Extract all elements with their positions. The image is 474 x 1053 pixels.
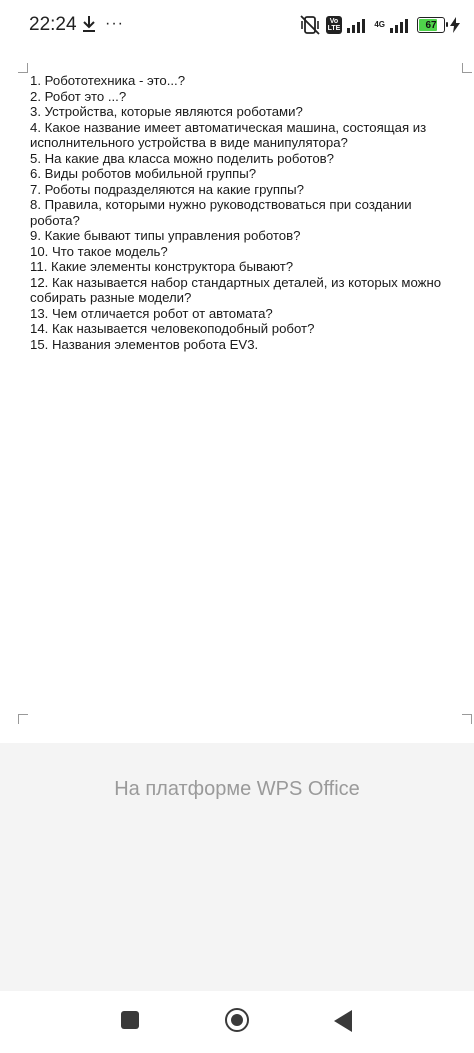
- recents-button[interactable]: [121, 1011, 139, 1029]
- volte-icon: Vo LTE: [325, 16, 343, 34]
- document-line: 10. Что такое модель?: [30, 243, 168, 259]
- document-line: робота?: [30, 212, 80, 228]
- document-line: 5. На какие два класса можно поделить ро…: [30, 150, 334, 166]
- home-button[interactable]: [225, 1008, 249, 1032]
- document-line: 14. Как называется человекоподобный робо…: [30, 321, 315, 336]
- document-line: собирать разные модели?: [30, 290, 192, 305]
- document-line: 9. Какие бывают типы управления роботов?: [30, 228, 301, 243]
- document-line: 7. Роботы подразделяются на какие группы…: [30, 181, 304, 197]
- page-corner-mark: [18, 63, 28, 73]
- status-indicators: Vo LTE 4G 67: [299, 12, 460, 38]
- mute-vibrate-icon: [299, 15, 320, 35]
- signal-icon: [347, 19, 366, 33]
- status-bar: 22:24 ··· Vo LTE 4G 67: [0, 0, 474, 50]
- wps-footer: На платформе WPS Office: [0, 743, 474, 991]
- document-line: 3. Устройства, которые являются роботами…: [30, 104, 303, 119]
- document-line: исполнительного устройства в виде манипу…: [30, 135, 348, 150]
- document-line: 11. Какие элементы конструктора бывают?: [30, 259, 294, 274]
- page-corner-mark: [18, 714, 28, 724]
- charging-icon: [450, 17, 460, 33]
- network-type: 4G: [374, 20, 385, 29]
- battery-level: 67: [425, 19, 437, 31]
- document-line: 4. Какое название имеет автоматическая м…: [30, 119, 427, 135]
- download-icon: [83, 16, 95, 32]
- document-body[interactable]: 1. Робототехника - это...? 2. Робот это …: [30, 73, 450, 352]
- document-line: 6. Виды роботов мобильной группы?: [30, 166, 257, 181]
- signal-icon-2: [390, 19, 408, 33]
- document-line: 2. Робот это ...?: [30, 88, 127, 104]
- page-corner-mark: [462, 714, 472, 724]
- battery-icon: 67: [417, 17, 448, 33]
- wps-platform-label: На платформе WPS Office: [114, 778, 360, 800]
- document-line: 1. Робототехника - это...?: [30, 73, 186, 88]
- status-time: 22:24: [29, 14, 77, 35]
- navigation-bar: [0, 991, 474, 1053]
- document-line: 15. Названия элементов робота EV3.: [30, 336, 259, 352]
- document-line: 12. Как называется набор стандартных дет…: [30, 274, 442, 290]
- document-line: 13. Чем отличается робот от автомата?: [30, 305, 273, 321]
- document-line: 8. Правила, которыми нужно руководствова…: [30, 197, 412, 212]
- page-corner-mark: [462, 63, 472, 73]
- back-button[interactable]: [334, 1010, 352, 1032]
- more-icon: ···: [105, 15, 124, 32]
